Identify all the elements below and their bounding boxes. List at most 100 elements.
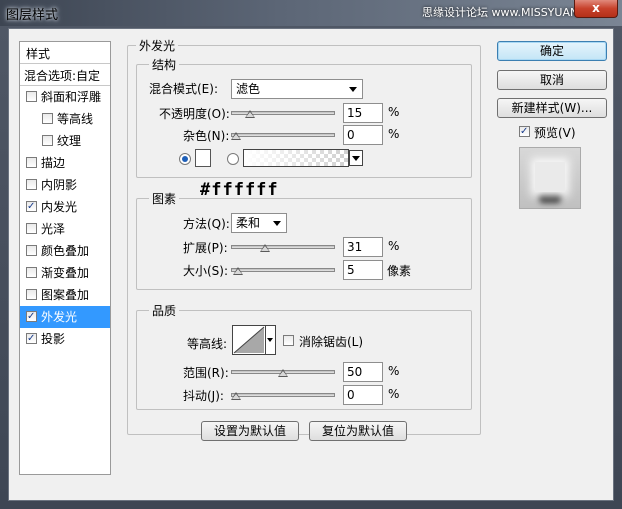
style-item[interactable]: 投影 <box>20 328 110 350</box>
close-button[interactable]: x <box>574 0 618 18</box>
gradient-dropdown[interactable] <box>349 150 363 166</box>
size-unit: 像素 <box>387 264 412 278</box>
style-item-label: 等高线 <box>57 112 94 126</box>
style-item[interactable]: 内发光 <box>20 196 110 218</box>
style-item-checkbox[interactable] <box>26 201 37 212</box>
preview-checkbox[interactable] <box>519 126 530 137</box>
panel-title: 外发光 <box>136 37 179 54</box>
style-item[interactable]: 斜面和浮雕 <box>20 86 110 108</box>
dialog-body: 样式 混合选项:自定 斜面和浮雕等高线纹理描边内阴影内发光光泽颜色叠加渐变叠加图… <box>8 28 614 501</box>
range-input[interactable]: 50 <box>343 362 383 382</box>
technique-select[interactable]: 柔和 <box>231 213 287 233</box>
solid-color-radio[interactable] <box>179 153 191 165</box>
style-item-checkbox[interactable] <box>26 267 37 278</box>
style-item-label: 图案叠加 <box>41 288 90 302</box>
slider-track <box>231 133 335 137</box>
opacity-input[interactable]: 15 <box>343 103 383 123</box>
opacity-unit: % <box>388 105 400 119</box>
cancel-button[interactable]: 取消 <box>497 70 607 90</box>
style-preview-thumbnail <box>519 147 581 209</box>
gradient-preview[interactable] <box>243 149 349 167</box>
contour-dropdown[interactable] <box>266 325 276 355</box>
style-item-checkbox[interactable] <box>42 113 53 124</box>
range-slider[interactable] <box>231 367 335 377</box>
style-item-label: 投影 <box>41 332 66 346</box>
reset-default-button[interactable]: 复位为默认值 <box>309 421 407 441</box>
style-item[interactable]: 外发光 <box>20 306 110 328</box>
spread-label: 扩展(P): <box>183 241 228 255</box>
style-item[interactable]: 光泽 <box>20 218 110 240</box>
style-item[interactable]: 纹理 <box>20 130 110 152</box>
elements-label: 图素 <box>149 190 180 207</box>
noise-slider[interactable] <box>231 130 335 140</box>
style-item-checkbox[interactable] <box>26 245 37 256</box>
style-item-label: 渐变叠加 <box>41 266 90 280</box>
window-title: 图层样式 <box>6 8 59 23</box>
jitter-input[interactable]: 0 <box>343 385 383 405</box>
contour-label: 等高线: <box>187 337 228 351</box>
style-item-checkbox[interactable] <box>26 91 37 102</box>
slider-thumb[interactable] <box>231 392 241 400</box>
layer-style-dialog: 图层样式 思缘设计论坛 www.MISSYUAN.COM x 样式 混合选项:自… <box>0 0 622 509</box>
range-unit: % <box>388 364 400 378</box>
style-item[interactable]: 图案叠加 <box>20 284 110 306</box>
chevron-down-icon <box>349 87 357 92</box>
style-item[interactable]: 等高线 <box>20 108 110 130</box>
style-item-label: 光泽 <box>41 222 66 236</box>
noise-label: 杂色(N): <box>183 129 230 143</box>
style-item[interactable]: 颜色叠加 <box>20 240 110 262</box>
chevron-down-icon <box>273 221 281 226</box>
style-list: 样式 混合选项:自定 斜面和浮雕等高线纹理描边内阴影内发光光泽颜色叠加渐变叠加图… <box>19 41 111 475</box>
size-slider[interactable] <box>231 265 335 275</box>
slider-thumb[interactable] <box>231 132 241 140</box>
style-item-label: 内发光 <box>41 200 78 214</box>
jitter-label: 抖动(J): <box>183 389 224 403</box>
noise-input[interactable]: 0 <box>343 125 383 145</box>
ok-button[interactable]: 确定 <box>497 41 607 61</box>
style-item-checkbox[interactable] <box>26 289 37 300</box>
jitter-slider[interactable] <box>231 390 335 400</box>
style-item[interactable]: 描边 <box>20 152 110 174</box>
glow-color-swatch[interactable] <box>195 149 211 167</box>
style-item-checkbox[interactable] <box>26 333 37 344</box>
style-item-label: 描边 <box>41 156 66 170</box>
style-item[interactable]: 内阴影 <box>20 174 110 196</box>
jitter-unit: % <box>388 387 400 401</box>
contour-curve-icon <box>233 326 265 354</box>
contour-picker[interactable] <box>232 325 266 355</box>
slider-thumb[interactable] <box>278 369 288 377</box>
style-item[interactable]: 渐变叠加 <box>20 262 110 284</box>
opacity-slider[interactable] <box>231 108 335 118</box>
preview-label: 预览(V) <box>534 126 576 140</box>
style-item-label: 纹理 <box>57 134 82 148</box>
antialias-checkbox[interactable] <box>283 335 294 346</box>
make-default-button[interactable]: 设置为默认值 <box>201 421 299 441</box>
range-label: 范围(R): <box>183 366 229 380</box>
title-bar[interactable]: 图层样式 思缘设计论坛 www.MISSYUAN.COM x <box>0 0 622 26</box>
structure-label: 结构 <box>149 56 180 73</box>
style-list-header[interactable]: 样式 <box>20 42 110 64</box>
slider-track <box>231 245 335 249</box>
blend-options-item[interactable]: 混合选项:自定 <box>20 64 110 86</box>
quality-label: 品质 <box>149 302 180 319</box>
slider-track <box>231 268 335 272</box>
slider-thumb[interactable] <box>260 244 270 252</box>
slider-thumb[interactable] <box>233 267 243 275</box>
size-input[interactable]: 5 <box>343 260 383 280</box>
slider-thumb[interactable] <box>245 110 255 118</box>
blend-mode-value: 滤色 <box>236 82 261 96</box>
blend-mode-select[interactable]: 滤色 <box>231 79 363 99</box>
spread-input[interactable]: 31 <box>343 237 383 257</box>
structure-group: 结构 混合模式(E): 滤色 不透明度(O): 15 % 杂色(N): 0 % <box>136 56 472 178</box>
style-item-checkbox[interactable] <box>26 223 37 234</box>
style-item-label: 内阴影 <box>41 178 78 192</box>
gradient-radio[interactable] <box>227 153 239 165</box>
style-item-checkbox[interactable] <box>26 311 37 322</box>
spread-slider[interactable] <box>231 242 335 252</box>
new-style-button[interactable]: 新建样式(W)... <box>497 98 607 118</box>
style-item-checkbox[interactable] <box>26 157 37 168</box>
style-item-checkbox[interactable] <box>26 179 37 190</box>
opacity-label: 不透明度(O): <box>159 107 230 121</box>
style-item-label: 颜色叠加 <box>41 244 90 258</box>
style-item-checkbox[interactable] <box>42 135 53 146</box>
